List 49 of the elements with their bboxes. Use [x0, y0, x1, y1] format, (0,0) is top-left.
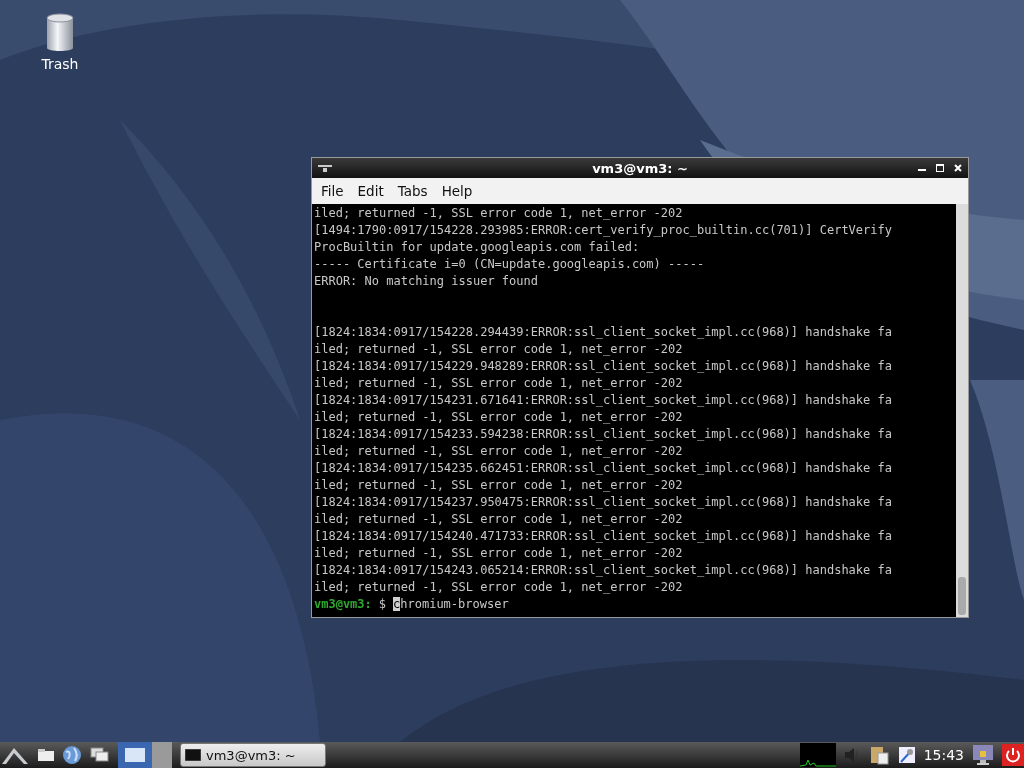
terminal-line: iled; returned -1, SSL error code 1, net_error -202: [314, 342, 683, 356]
network-icon[interactable]: [897, 746, 916, 764]
maximize-icon[interactable]: [936, 164, 944, 172]
panel-separator: [152, 742, 172, 768]
menu-item[interactable]: File: [314, 183, 351, 199]
terminal-line: [1494:1790:0917/154228.293985:ERROR:cert_verify_proc_builtin.cc(701)] CertVerify: [314, 223, 892, 237]
terminal-line: ProcBuiltin for update.googleapis.com failed:: [314, 240, 640, 254]
terminal-line: iled; returned -1, SSL error code 1, net_error -202: [314, 546, 683, 560]
clipboard-icon[interactable]: [869, 745, 890, 765]
clock[interactable]: 15:43: [923, 747, 964, 763]
menu-item[interactable]: Help: [434, 183, 480, 199]
terminal-line: [1824:1834:0917/154240.471733:ERROR:ssl_client_socket_impl.cc(968)] handshake fa: [314, 529, 892, 543]
desktop-button[interactable]: [118, 742, 152, 768]
terminal-line: iled; returned -1, SSL error code 1, net_error -202: [314, 444, 683, 458]
menu-item[interactable]: Edit: [350, 183, 391, 199]
terminal-line: iled; returned -1, SSL error code 1, net_error -202: [314, 376, 683, 390]
terminal-line: [1824:1834:0917/154233.594238:ERROR:ssl_client_socket_impl.cc(968)] handshake fa: [314, 427, 892, 441]
icon-label: Trash: [41, 56, 79, 72]
terminal-line: [1824:1834:0917/154228.294439:ERROR:ssl_client_socket_impl.cc(968)] handshake fa: [314, 325, 892, 339]
trash-can-icon[interactable]: [45, 12, 75, 52]
command-text: chromium-browser: [393, 597, 509, 611]
terminal-line: iled; returned -1, SSL error code 1, net_error -202: [314, 478, 683, 492]
scrollbar-thumb[interactable]: [958, 577, 966, 615]
terminal-line: ERROR: No matching issuer found: [314, 274, 538, 288]
terminal-line: [1824:1834:0917/154243.065214:ERROR:ssl_client_socket_impl.cc(968)] handshake fa: [314, 563, 892, 577]
windows-icon[interactable]: [90, 747, 110, 763]
cpu-graph: [799, 743, 836, 767]
prompt-symbol: $: [378, 597, 387, 611]
terminal-line: iled; returned -1, SSL error code 1, net_error -202: [314, 580, 683, 594]
menu-item[interactable]: Tabs: [390, 183, 435, 199]
power-icon[interactable]: [1002, 744, 1024, 766]
terminal-line: iled; returned -1, SSL error code 1, net_error -202: [314, 410, 683, 424]
folder-icon[interactable]: [38, 749, 54, 761]
terminal-line: ----- Certificate i=0 (CN=update.googleapis.com) -----: [314, 257, 705, 271]
close-icon[interactable]: [954, 164, 962, 172]
prompt-user: vm3@vm3:: [314, 597, 372, 611]
terminal-line: [1824:1834:0917/154229.948289:ERROR:ssl_client_socket_impl.cc(968)] handshake fa: [314, 359, 892, 373]
terminal-line: iled; returned -1, SSL error code 1, net_error -202: [314, 512, 683, 526]
terminal-line: [1824:1834:0917/154235.662451:ERROR:ssl_client_socket_impl.cc(968)] handshake fa: [314, 461, 892, 475]
terminal-line: [1824:1834:0917/154237.950475:ERROR:ssl_client_socket_impl.cc(968)] handshake fa: [314, 495, 892, 509]
terminal-line: iled; returned -1, SSL error code 1, net_error -202: [314, 206, 683, 220]
scrollbar[interactable]: [956, 204, 968, 617]
terminal-icon: [318, 163, 332, 173]
task-button[interactable]: vm3@vm3: ~: [180, 743, 326, 767]
window-title: vm3@vm3: ~: [592, 160, 688, 176]
terminal-line: [1824:1834:0917/154231.671641:ERROR:ssl_client_socket_impl.cc(968)] handshake fa: [314, 393, 892, 407]
lock-screen-icon[interactable]: [972, 744, 994, 766]
globe-icon[interactable]: [62, 745, 82, 765]
terminal-icon: [185, 749, 201, 761]
